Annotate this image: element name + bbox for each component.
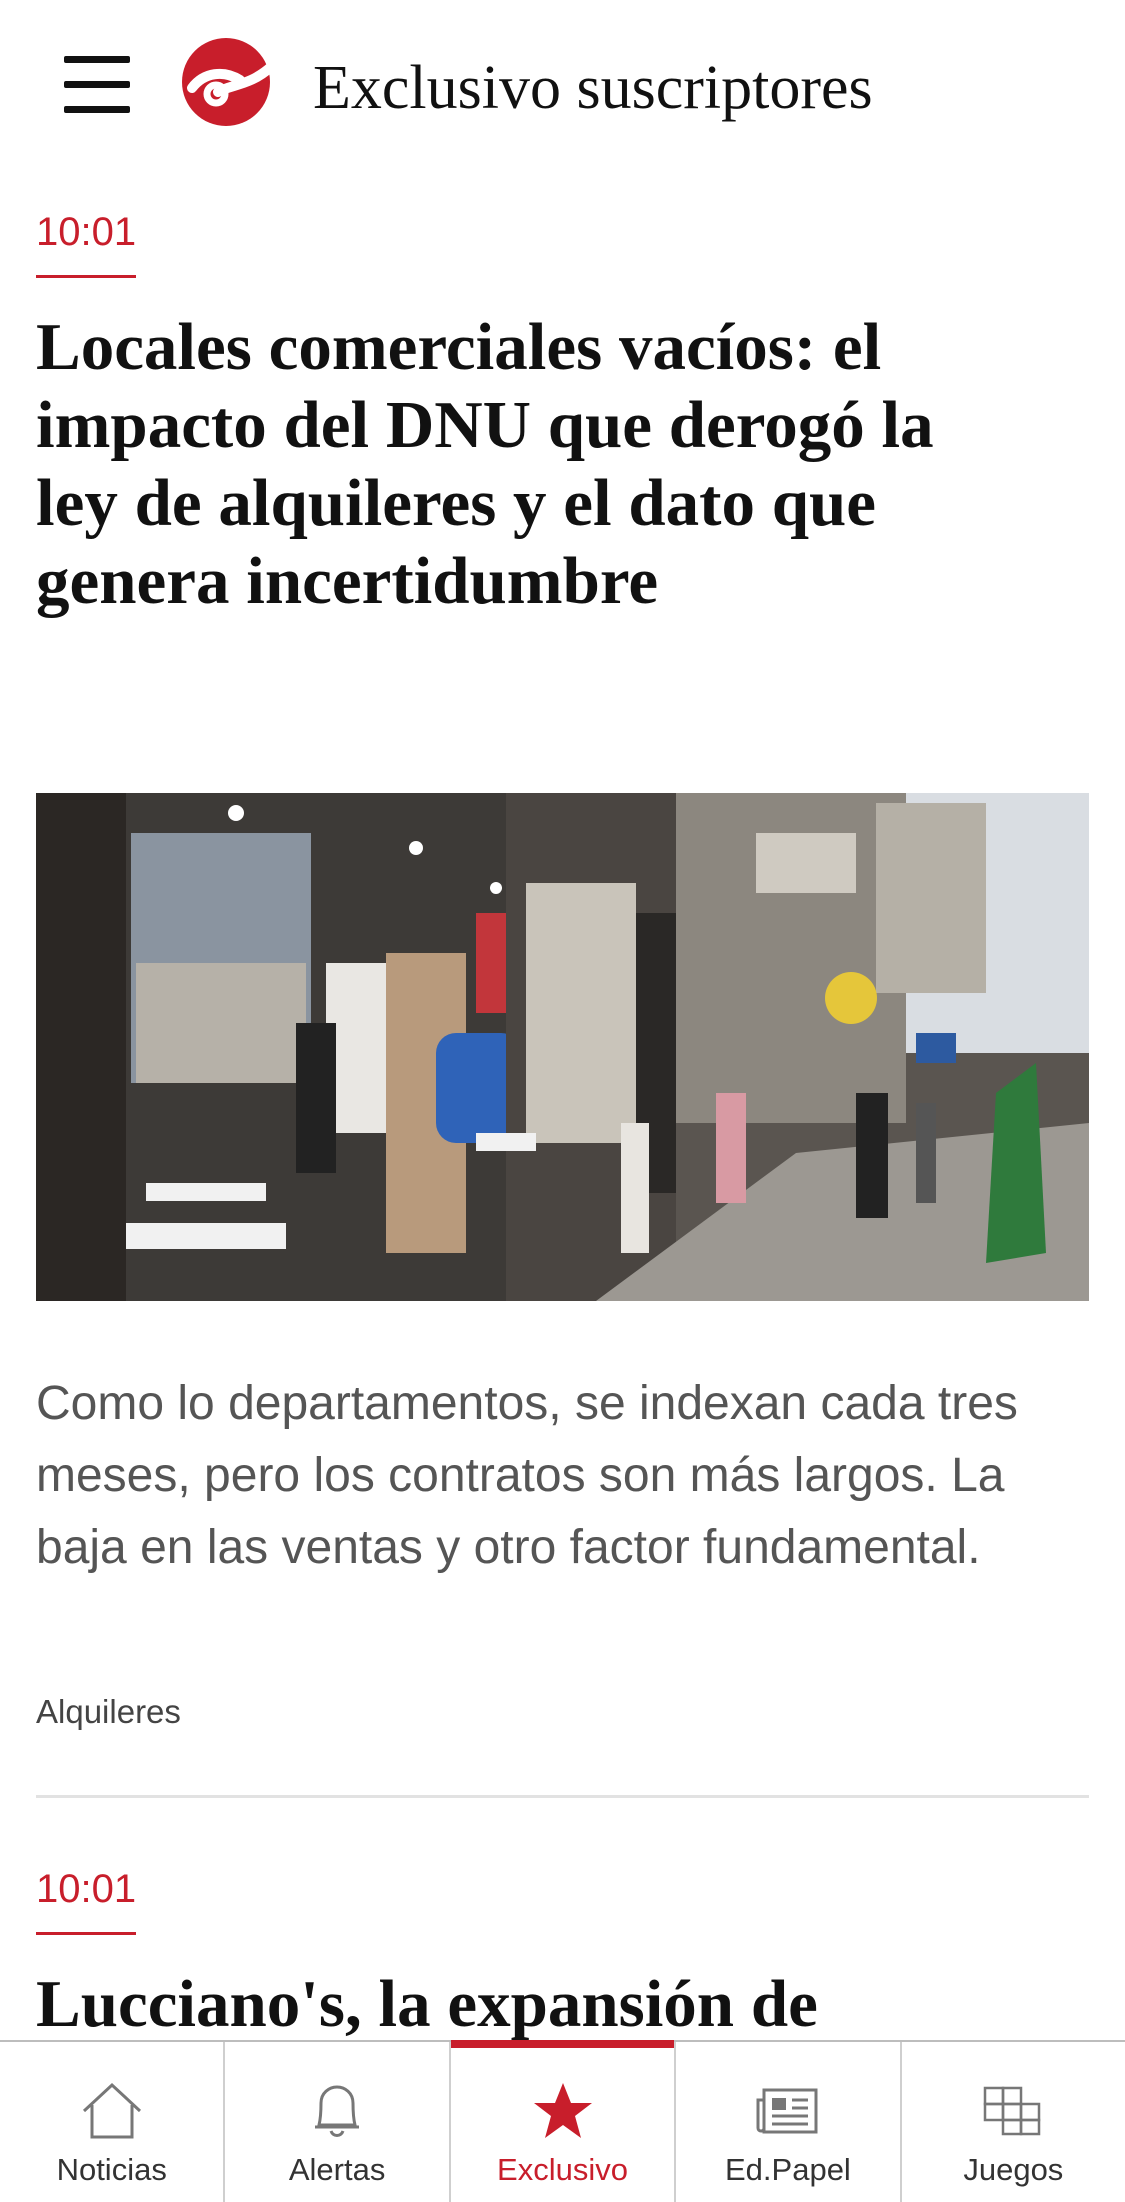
tab-label: Exclusivo [497, 2152, 628, 2187]
article-time: 10:01 [36, 1862, 137, 1935]
hamburger-menu-icon[interactable] [64, 56, 130, 114]
article-section-tag[interactable]: Alquileres [36, 1690, 181, 1734]
app-header: Exclusivo suscriptores [0, 0, 1125, 175]
tab-noticias[interactable]: Noticias [0, 2042, 223, 2202]
tab-alertas[interactable]: Alertas [223, 2042, 448, 2202]
article-card[interactable]: 10:01 Locales comerciales vacíos: el imp… [36, 205, 1089, 620]
article-divider [36, 1795, 1089, 1798]
article-summary: Como lo departamentos, se indexan cada t… [36, 1377, 1018, 1574]
newspaper-icon [753, 2080, 823, 2142]
home-icon [77, 2080, 147, 2142]
article-headline[interactable]: Locales comerciales vacíos: el impacto d… [36, 308, 936, 620]
bottom-tab-bar: Noticias Alertas Exclusivo Ed.Papel Jueg… [0, 2040, 1125, 2202]
bell-icon [302, 2080, 372, 2142]
star-icon [528, 2080, 598, 2142]
clarin-logo-icon[interactable] [180, 36, 277, 132]
tab-label: Ed.Papel [725, 2152, 851, 2187]
tab-ed-papel[interactable]: Ed.Papel [674, 2042, 899, 2202]
tab-label: Alertas [288, 2152, 386, 2187]
page: Exclusivo suscriptores 10:01 Locales com… [0, 0, 1125, 2202]
tab-label: Noticias [56, 2152, 167, 2187]
page-title: Exclusivo suscriptores [313, 54, 873, 122]
article-image[interactable] [36, 793, 1089, 1301]
tab-juegos[interactable]: Juegos [899, 2042, 1125, 2202]
article-time: 10:01 [36, 205, 137, 278]
games-grid-icon [978, 2080, 1048, 2142]
article-headline[interactable]: Lucciano's, la expansión de [36, 1965, 1089, 2043]
tab-exclusivo[interactable]: Exclusivo [448, 2040, 675, 2202]
article-card[interactable]: 10:01 Lucciano's, la expansión de [36, 1862, 1089, 2043]
tab-label: Juegos [963, 2152, 1064, 2187]
